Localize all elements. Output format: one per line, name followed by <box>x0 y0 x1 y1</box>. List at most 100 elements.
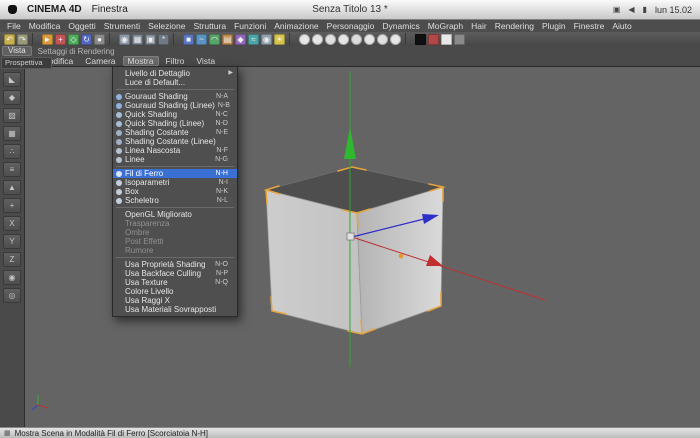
add-spline-icon[interactable]: ~ <box>196 33 207 45</box>
volume-icon[interactable]: ◀ <box>628 5 634 14</box>
material-sphere-icon[interactable] <box>312 33 323 45</box>
render-view-icon[interactable]: ▦ <box>132 33 143 45</box>
menu-item[interactable]: Scheletro N-L <box>113 196 237 205</box>
swatch-white[interactable] <box>441 33 452 45</box>
redo-icon[interactable]: ↷ <box>17 33 28 45</box>
model-mode-icon[interactable]: ◆ <box>3 90 21 105</box>
app-menu-item[interactable]: Struttura <box>189 21 230 31</box>
apple-menu-icon[interactable] <box>8 5 17 14</box>
battery-icon[interactable]: ▮ <box>643 5 647 14</box>
app-menu-item[interactable]: Finestre <box>570 21 609 31</box>
coordinate-system-icon[interactable]: ◉ <box>119 33 130 45</box>
material-sphere-icon[interactable] <box>338 33 349 45</box>
add-primitive-icon[interactable]: ■ <box>183 33 194 45</box>
menu-item[interactable]: Gouraud Shading N-A <box>113 92 237 101</box>
edges-mode-icon[interactable]: ≡ <box>3 162 21 177</box>
texture-mode-icon[interactable]: ▨ <box>3 108 21 123</box>
app-menu-item[interactable]: Rendering <box>491 21 538 31</box>
polygons-mode-icon[interactable]: ▲ <box>3 180 21 195</box>
last-tool-icon[interactable]: ● <box>94 33 105 45</box>
viewport-menu-item[interactable]: Camera <box>80 56 120 66</box>
view-name-label[interactable]: Prospettiva <box>1 57 52 69</box>
origin-handle[interactable] <box>346 232 355 241</box>
material-sphere-icon[interactable] <box>325 33 336 45</box>
app-menu-item[interactable]: File <box>3 21 25 31</box>
menu-item[interactable]: Shading Costante (Linee) <box>113 137 237 146</box>
menu-item[interactable]: Linee N-G <box>113 155 237 164</box>
viewport-menu-item[interactable]: Vista <box>191 56 220 66</box>
menu-item[interactable]: Luce di Default... <box>113 78 237 87</box>
menu-item[interactable]: OpenGL Migliorato <box>113 210 237 219</box>
menu-item[interactable]: Box N-K <box>113 187 237 196</box>
display-icon[interactable]: ▣ <box>613 5 621 14</box>
workplane-icon[interactable]: ▦ <box>3 126 21 141</box>
app-menu-item[interactable]: Funzioni <box>230 21 270 31</box>
lock-y-icon[interactable]: Y <box>3 234 21 249</box>
app-menu-item[interactable]: Plugin <box>538 21 570 31</box>
app-menu-item[interactable]: Aiuto <box>608 21 635 31</box>
world-coordinates-icon[interactable]: ◉ <box>3 270 21 285</box>
menu-item[interactable]: Quick Shading (Linee) N-D <box>113 119 237 128</box>
snap-icon[interactable]: ◎ <box>3 288 21 303</box>
menu-item[interactable]: Shading Costante N-E <box>113 128 237 137</box>
swatch-black[interactable] <box>415 33 426 45</box>
cube-object[interactable] <box>264 166 445 335</box>
menu-item[interactable]: Gouraud Shading (Linee) N-B <box>113 101 237 110</box>
swatch-gray[interactable] <box>454 33 465 45</box>
material-sphere-icon[interactable] <box>299 33 310 45</box>
material-sphere-icon[interactable] <box>390 33 401 45</box>
menu-item[interactable]: Usa Raggi X <box>113 296 237 305</box>
menu-item[interactable]: Linea Nascosta N-F <box>113 146 237 155</box>
menu-item-icon <box>116 239 122 245</box>
lock-z-icon[interactable]: Z <box>3 252 21 267</box>
undo-icon[interactable]: ↶ <box>4 33 15 45</box>
lock-x-icon[interactable]: X <box>3 216 21 231</box>
axis-band-handle[interactable] <box>398 253 404 259</box>
app-menu-item[interactable]: MoGraph <box>424 21 467 31</box>
material-sphere-icon[interactable] <box>364 33 375 45</box>
menu-item[interactable]: Usa Materiali Sovrapposti <box>113 305 237 314</box>
menu-item[interactable]: Colore Livello <box>113 287 237 296</box>
add-light-icon[interactable]: ☀ <box>274 33 285 45</box>
make-editable-icon[interactable]: ◣ <box>3 72 21 87</box>
menu-item[interactable]: Livello di Dettaglio ▶ <box>113 69 237 78</box>
scale-icon[interactable]: ◇ <box>68 33 79 45</box>
app-name[interactable]: CINEMA 4D <box>27 4 82 15</box>
points-mode-icon[interactable]: ∴ <box>3 144 21 159</box>
app-menu-item[interactable]: Modifica <box>25 21 65 31</box>
add-nurbs-icon[interactable]: ◠ <box>209 33 220 45</box>
add-environment-icon[interactable]: ≈ <box>248 33 259 45</box>
y-axis-arrow[interactable] <box>344 127 356 159</box>
material-sphere-icon[interactable] <box>351 33 362 45</box>
tab-vista[interactable]: Vista <box>2 46 32 56</box>
axis-mode-icon[interactable]: + <box>3 198 21 213</box>
material-sphere-icon[interactable] <box>377 33 388 45</box>
app-menu-item[interactable]: Personaggio <box>323 21 379 31</box>
viewport-menu-item[interactable]: Filtro <box>161 56 190 66</box>
viewport-menu-item[interactable]: Mostra <box>122 56 159 66</box>
render-settings-label[interactable]: Settaggi di Rendering <box>38 47 115 56</box>
add-deformer-icon[interactable]: ◆ <box>235 33 246 45</box>
app-menu-item[interactable]: Strumenti <box>100 21 144 31</box>
menu-item[interactable]: Usa Texture N-Q <box>113 278 237 287</box>
app-menu-item[interactable]: Dynamics <box>378 21 423 31</box>
rotate-icon[interactable]: ↻ <box>81 33 92 45</box>
app-menu-item[interactable]: Animazione <box>270 21 322 31</box>
move-icon[interactable]: + <box>55 33 66 45</box>
app-menu-item[interactable]: Hair <box>467 21 491 31</box>
live-selection-icon[interactable]: ► <box>42 33 53 45</box>
menu-item[interactable]: Usa Backface Culling N-P <box>113 269 237 278</box>
add-modeling-icon[interactable]: ▤ <box>222 33 233 45</box>
app-menu-item[interactable]: Selezione <box>144 21 189 31</box>
menu-item[interactable]: Isoparametri N-I <box>113 178 237 187</box>
menu-item[interactable]: Fil di Ferro N-H <box>113 169 237 178</box>
render-settings-icon[interactable]: * <box>158 33 169 45</box>
menu-item[interactable]: Quick Shading N-C <box>113 110 237 119</box>
menubar-clock[interactable]: lun 15.02 <box>655 5 692 15</box>
add-camera-icon[interactable]: ◉ <box>261 33 272 45</box>
menu-item[interactable]: Usa Proprietà Shading N-O <box>113 260 237 269</box>
app-menu-item[interactable]: Oggetti <box>64 21 99 31</box>
render-picture-viewer-icon[interactable]: ▣ <box>145 33 156 45</box>
swatch-colors[interactable] <box>428 33 439 45</box>
menubar-item-finestra[interactable]: Finestra <box>92 4 128 15</box>
